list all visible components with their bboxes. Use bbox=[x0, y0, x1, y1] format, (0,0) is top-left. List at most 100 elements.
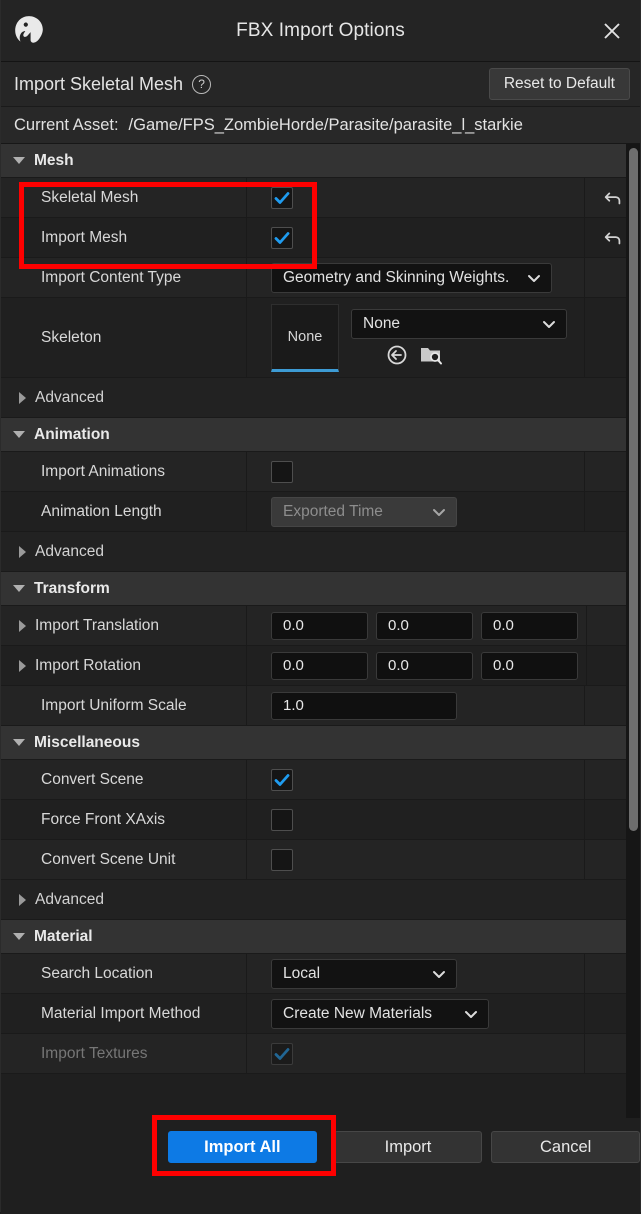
chevron-down-icon bbox=[433, 970, 445, 978]
value-import-content-type: Geometry and Skinning Weights. bbox=[247, 258, 585, 297]
value-import-rotation: 0.0 0.0 0.0 bbox=[247, 646, 587, 685]
label-import-content-type: Import Content Type bbox=[1, 258, 247, 297]
label-convert-scene-unit: Convert Scene Unit bbox=[1, 840, 247, 879]
category-material-label: Material bbox=[34, 927, 93, 945]
row-force-front-xaxis: Force Front XAxis bbox=[1, 800, 640, 840]
details-scrollbar-track[interactable] bbox=[626, 144, 640, 1118]
checkbox-convert-scene[interactable] bbox=[271, 768, 293, 791]
label-import-uniform-scale: Import Uniform Scale bbox=[1, 686, 247, 725]
value-force-front-xaxis bbox=[247, 800, 585, 839]
row-material-import-method: Material Import Method Create New Materi… bbox=[1, 994, 640, 1034]
dropdown-animation-length-value: Exported Time bbox=[283, 502, 383, 520]
row-search-location: Search Location Local bbox=[1, 954, 640, 994]
category-material[interactable]: Material bbox=[1, 920, 640, 954]
input-rotation-x[interactable]: 0.0 bbox=[271, 651, 368, 680]
undo-arrow-icon bbox=[604, 192, 620, 204]
current-asset-path: /Game/FPS_ZombieHorde/Parasite/parasite_… bbox=[128, 115, 523, 134]
category-animation[interactable]: Animation bbox=[1, 418, 640, 452]
input-uniform-scale[interactable]: 1.0 bbox=[271, 691, 457, 720]
value-convert-scene-unit bbox=[247, 840, 585, 879]
label-search-location: Search Location bbox=[1, 954, 247, 993]
current-asset-bar: Current Asset: /Game/FPS_ZombieHorde/Par… bbox=[1, 107, 640, 144]
browse-to-asset-icon[interactable] bbox=[419, 343, 443, 367]
row-convert-scene-unit: Convert Scene Unit bbox=[1, 840, 640, 880]
reset-to-default-button[interactable]: Reset to Default bbox=[488, 68, 630, 100]
checkbox-import-mesh[interactable] bbox=[271, 226, 293, 249]
import-all-button[interactable]: Import All bbox=[168, 1131, 317, 1163]
miscellaneous-advanced-toggle[interactable]: Advanced bbox=[1, 880, 640, 920]
dropdown-material-import-method-value: Create New Materials bbox=[283, 1004, 433, 1022]
mesh-advanced-toggle[interactable]: Advanced bbox=[1, 378, 640, 418]
checkbox-import-textures[interactable] bbox=[271, 1042, 293, 1065]
skeleton-thumbnail[interactable]: None bbox=[271, 303, 339, 372]
dropdown-import-content-type[interactable]: Geometry and Skinning Weights. bbox=[271, 262, 552, 293]
label-force-front-xaxis: Force Front XAxis bbox=[1, 800, 247, 839]
page-title: Import Skeletal Mesh bbox=[14, 73, 184, 94]
close-icon[interactable] bbox=[594, 13, 630, 49]
chevron-right-icon bbox=[19, 619, 26, 632]
fbx-import-options-dialog: FBX Import Options Import Skeletal Mesh … bbox=[0, 0, 641, 1214]
question-mark-icon[interactable]: ? bbox=[192, 74, 212, 94]
label-import-animations: Import Animations bbox=[1, 452, 247, 491]
row-import-content-type: Import Content Type Geometry and Skinnin… bbox=[1, 258, 640, 298]
input-translation-z[interactable]: 0.0 bbox=[481, 611, 578, 640]
checkbox-import-animations[interactable] bbox=[271, 460, 293, 483]
label-import-mesh: Import Mesh bbox=[1, 218, 247, 257]
mesh-advanced-label: Advanced bbox=[35, 388, 104, 406]
row-import-rotation: Import Rotation 0.0 0.0 0.0 bbox=[1, 646, 640, 686]
category-miscellaneous-label: Miscellaneous bbox=[34, 733, 140, 751]
row-import-textures: Import Textures bbox=[1, 1034, 640, 1074]
dropdown-skeleton[interactable]: None bbox=[351, 308, 567, 339]
chevron-down-icon bbox=[433, 508, 445, 516]
dropdown-material-import-method[interactable]: Create New Materials bbox=[271, 998, 489, 1029]
cancel-button[interactable]: Cancel bbox=[491, 1131, 641, 1163]
value-import-animations bbox=[247, 452, 585, 491]
row-skeletal-mesh: Skeletal Mesh bbox=[1, 178, 640, 218]
animation-advanced-toggle[interactable]: Advanced bbox=[1, 532, 640, 572]
value-import-textures bbox=[247, 1034, 585, 1073]
chevron-down-icon bbox=[13, 157, 25, 164]
value-animation-length: Exported Time bbox=[247, 492, 585, 531]
label-import-translation[interactable]: Import Translation bbox=[1, 606, 247, 645]
label-import-textures: Import Textures bbox=[1, 1034, 247, 1073]
input-translation-y[interactable]: 0.0 bbox=[376, 611, 473, 640]
input-rotation-y[interactable]: 0.0 bbox=[376, 651, 473, 680]
checkbox-skeletal-mesh[interactable] bbox=[271, 186, 293, 209]
value-search-location: Local bbox=[247, 954, 585, 993]
dropdown-animation-length[interactable]: Exported Time bbox=[271, 496, 457, 527]
use-selected-asset-icon[interactable] bbox=[385, 343, 409, 367]
row-import-mesh: Import Mesh bbox=[1, 218, 640, 258]
dialog-footer: Import All Import Cancel bbox=[1, 1118, 641, 1214]
details-scrollbar-thumb[interactable] bbox=[629, 148, 638, 831]
chevron-down-icon bbox=[13, 431, 25, 438]
checkbox-convert-scene-unit[interactable] bbox=[271, 848, 293, 871]
unreal-engine-logo-icon bbox=[7, 9, 51, 53]
label-animation-length: Animation Length bbox=[1, 492, 247, 531]
chevron-right-icon bbox=[19, 659, 26, 672]
chevron-down-icon bbox=[13, 739, 25, 746]
label-import-rotation[interactable]: Import Rotation bbox=[1, 646, 247, 685]
category-mesh[interactable]: Mesh bbox=[1, 144, 640, 178]
value-skeletal-mesh bbox=[247, 178, 585, 217]
import-button[interactable]: Import bbox=[333, 1131, 483, 1163]
input-translation-x[interactable]: 0.0 bbox=[271, 611, 368, 640]
category-animation-label: Animation bbox=[34, 425, 110, 443]
window-title: FBX Import Options bbox=[236, 19, 405, 41]
miscellaneous-advanced-label: Advanced bbox=[35, 890, 104, 908]
category-mesh-label: Mesh bbox=[34, 151, 74, 169]
category-miscellaneous[interactable]: Miscellaneous bbox=[1, 726, 640, 760]
input-rotation-z[interactable]: 0.0 bbox=[481, 651, 578, 680]
row-import-translation: Import Translation 0.0 0.0 0.0 bbox=[1, 606, 640, 646]
dropdown-skeleton-value: None bbox=[363, 314, 401, 332]
dropdown-search-location[interactable]: Local bbox=[271, 958, 457, 989]
label-skeleton: Skeleton bbox=[1, 298, 247, 377]
current-asset-label: Current Asset: bbox=[14, 115, 119, 134]
chevron-down-icon bbox=[13, 585, 25, 592]
chevron-right-icon bbox=[19, 391, 26, 404]
checkbox-force-front-xaxis[interactable] bbox=[271, 808, 293, 831]
title-bar: FBX Import Options bbox=[1, 0, 640, 62]
dropdown-search-location-value: Local bbox=[283, 964, 321, 982]
label-skeletal-mesh: Skeletal Mesh bbox=[1, 178, 247, 217]
label-import-rotation-text: Import Rotation bbox=[35, 656, 141, 674]
category-transform[interactable]: Transform bbox=[1, 572, 640, 606]
